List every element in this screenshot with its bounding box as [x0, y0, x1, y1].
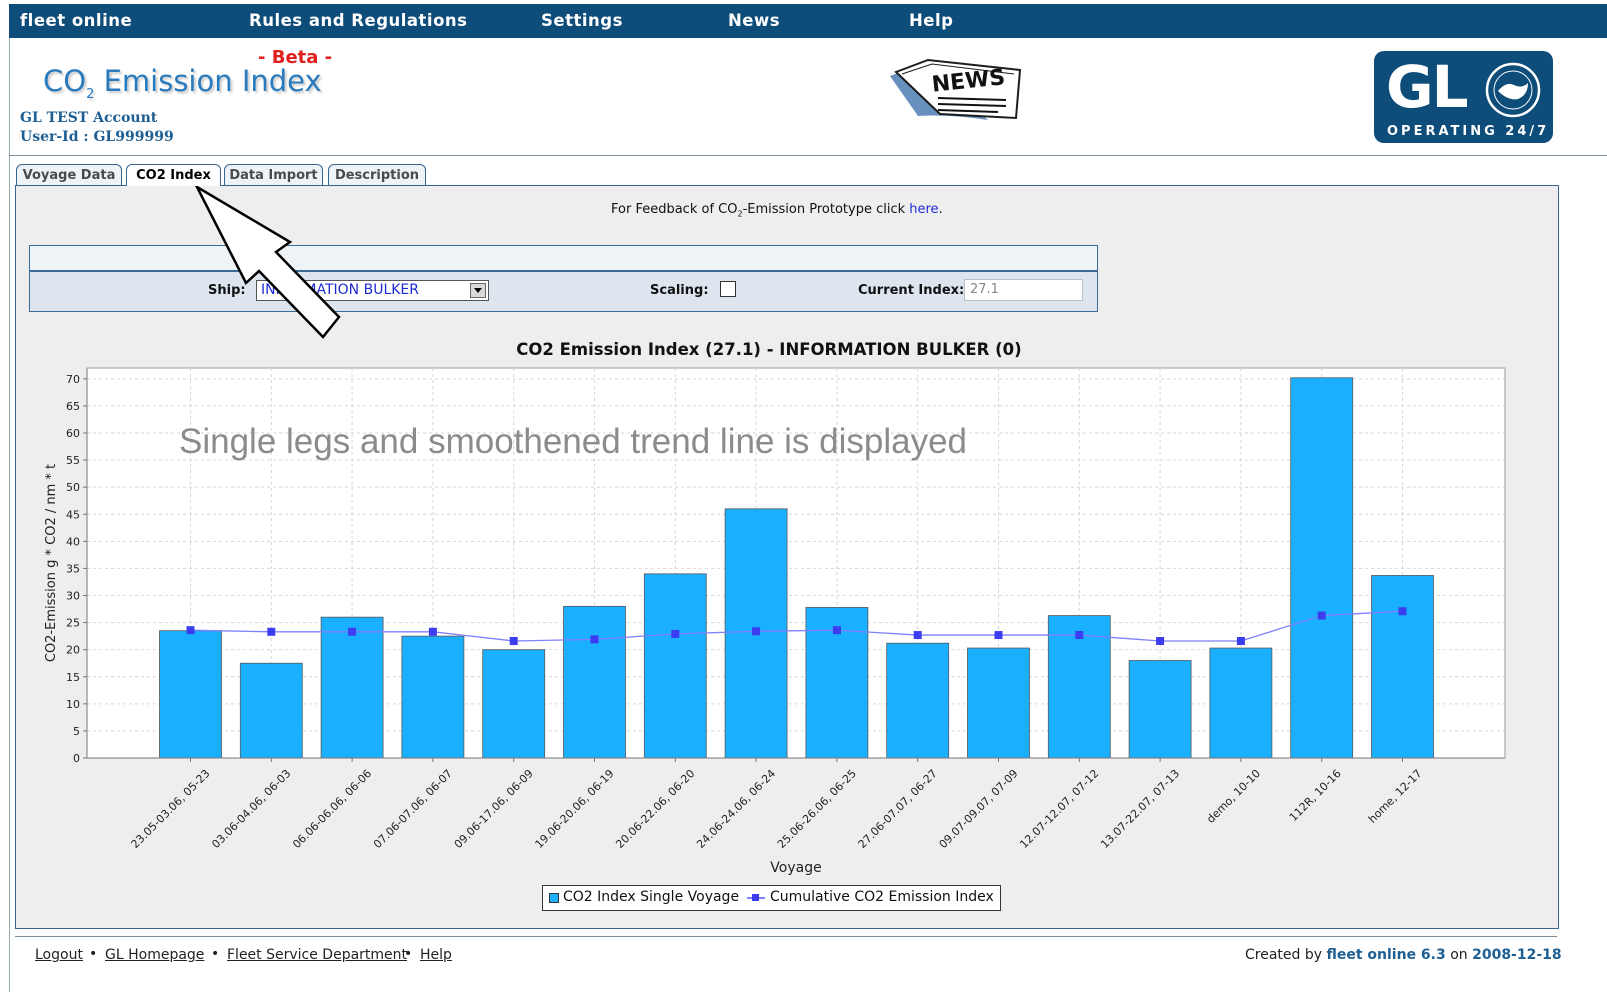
- bar-1: [239, 662, 303, 759]
- bar-12: [1128, 660, 1192, 759]
- x-tick-label: 12.07-12.07, 07-12: [1017, 767, 1101, 851]
- y-axis: 0 5 10 15 20 25 30 35 40 45 50 55 60 65 70: [66, 368, 88, 765]
- x-tick-label: 19.06-20.06, 06-19: [533, 767, 617, 851]
- bar-3: [401, 635, 465, 759]
- legend-line-label: Cumulative CO2 Emission Index: [770, 889, 994, 905]
- line-point-9: [913, 631, 922, 640]
- line-point-2: [348, 627, 357, 636]
- line-point-0: [186, 626, 195, 635]
- y-tick-label: 70: [66, 373, 80, 386]
- legend-line-marker: [752, 894, 759, 901]
- x-tick-label: 09.07-09.07, 07-09: [937, 767, 1021, 851]
- line-point-12: [1156, 637, 1165, 645]
- y-tick-label: 30: [66, 590, 80, 603]
- line-point-14: [1317, 611, 1326, 620]
- y-tick-label: 20: [66, 644, 80, 657]
- line-point-15: [1398, 607, 1407, 616]
- bar-4: [482, 649, 546, 759]
- y-tick-label: 55: [66, 454, 80, 467]
- x-tick-label: 07.06-07.06, 06-07: [371, 767, 455, 851]
- x-tick-label: 25.06-26.06, 06-25: [775, 767, 859, 851]
- line-point-5: [590, 635, 599, 644]
- y-tick-label: 5: [73, 725, 80, 738]
- line-point-3: [428, 627, 437, 636]
- line-point-8: [832, 626, 841, 635]
- y-tick-label: 65: [66, 400, 80, 413]
- bar-10: [967, 647, 1030, 759]
- x-tick-label: 13.07-22.07, 07-13: [1098, 767, 1182, 851]
- line-point-4: [509, 637, 518, 645]
- footer-link-gl-homepage[interactable]: GL Homepage: [105, 947, 204, 963]
- y-tick-label: 45: [66, 508, 80, 521]
- line-point-10: [994, 631, 1003, 640]
- bar-5: [563, 605, 626, 759]
- footer-date: 2008-12-18: [1472, 947, 1562, 963]
- bar-14: [1290, 377, 1354, 759]
- x-tick-label: 20.06-22.06, 06-20: [613, 767, 697, 851]
- footer-link-help[interactable]: Help: [420, 947, 452, 963]
- y-tick-label: 40: [66, 535, 80, 548]
- line-point-1: [267, 627, 276, 636]
- line-point-6: [671, 629, 680, 638]
- x-tick-label: 03.06-04.06, 06-03: [209, 767, 293, 851]
- x-axis-label: Voyage: [770, 860, 821, 876]
- x-tick-label: 06.06-06.06, 06-06: [290, 767, 374, 851]
- x-tick-label: 23.05-03.06, 05-23: [129, 767, 213, 851]
- bar-9: [886, 642, 950, 759]
- footer-divider: [15, 936, 1557, 937]
- y-axis-label: CO2-Emission g * CO2 / nm * t: [44, 464, 59, 662]
- footer-link-logout[interactable]: Logout: [35, 947, 83, 963]
- y-tick-label: 50: [66, 481, 80, 494]
- annotation-text: Single legs and smoothened trend line is…: [179, 422, 968, 461]
- x-tick-label: 09.06-17.06, 06-09: [452, 767, 536, 851]
- footer-credit: Created by fleet online 6.3 on 2008-12-1…: [1245, 947, 1562, 963]
- x-tick-label: 112R, 10-16: [1287, 767, 1344, 824]
- bar-13: [1209, 647, 1273, 759]
- legend-bar-label: CO2 Index Single Voyage: [563, 889, 740, 905]
- x-tick-label: demo, 10-10: [1204, 767, 1263, 826]
- footer-separator: •: [211, 946, 220, 962]
- chart-legend: CO2 Index Single Voyage Cumulative CO2 E…: [542, 885, 1001, 911]
- y-tick-label: 60: [66, 427, 80, 440]
- bar-6: [643, 573, 707, 759]
- x-tick-label: 24.06-24.06, 06-24: [694, 767, 778, 851]
- bar-15: [1371, 575, 1434, 759]
- footer-separator: •: [404, 946, 413, 962]
- x-tick-label: home, 12-17: [1366, 767, 1425, 826]
- y-tick-label: 0: [73, 752, 80, 765]
- y-tick-label: 10: [66, 698, 80, 711]
- footer-separator: •: [89, 946, 98, 962]
- y-tick-label: 15: [66, 671, 80, 684]
- line-point-7: [752, 627, 761, 636]
- line-point-13: [1236, 637, 1245, 645]
- y-tick-label: 25: [66, 617, 80, 630]
- footer-link-fleet-service[interactable]: Fleet Service Department: [227, 947, 407, 963]
- bar-2: [320, 616, 384, 759]
- tab-co2-index[interactable]: CO2 Index: [126, 164, 221, 186]
- line-point-11: [1075, 631, 1084, 640]
- legend-bar-swatch: [549, 893, 559, 903]
- chart-title: CO2 Emission Index (27.1) - INFORMATION …: [516, 340, 1021, 359]
- co2-chart: CO2 Emission Index (27.1) - INFORMATION …: [44, 340, 1506, 876]
- y-tick-label: 35: [66, 562, 80, 575]
- x-axis: 23.05-03.06, 05-2303.06-04.06, 06-0306.0…: [87, 757, 1505, 851]
- x-tick-label: 27.06-07.07, 06-27: [856, 767, 940, 851]
- bar-0: [159, 630, 222, 759]
- footer-app-version: fleet online 6.3: [1326, 947, 1446, 963]
